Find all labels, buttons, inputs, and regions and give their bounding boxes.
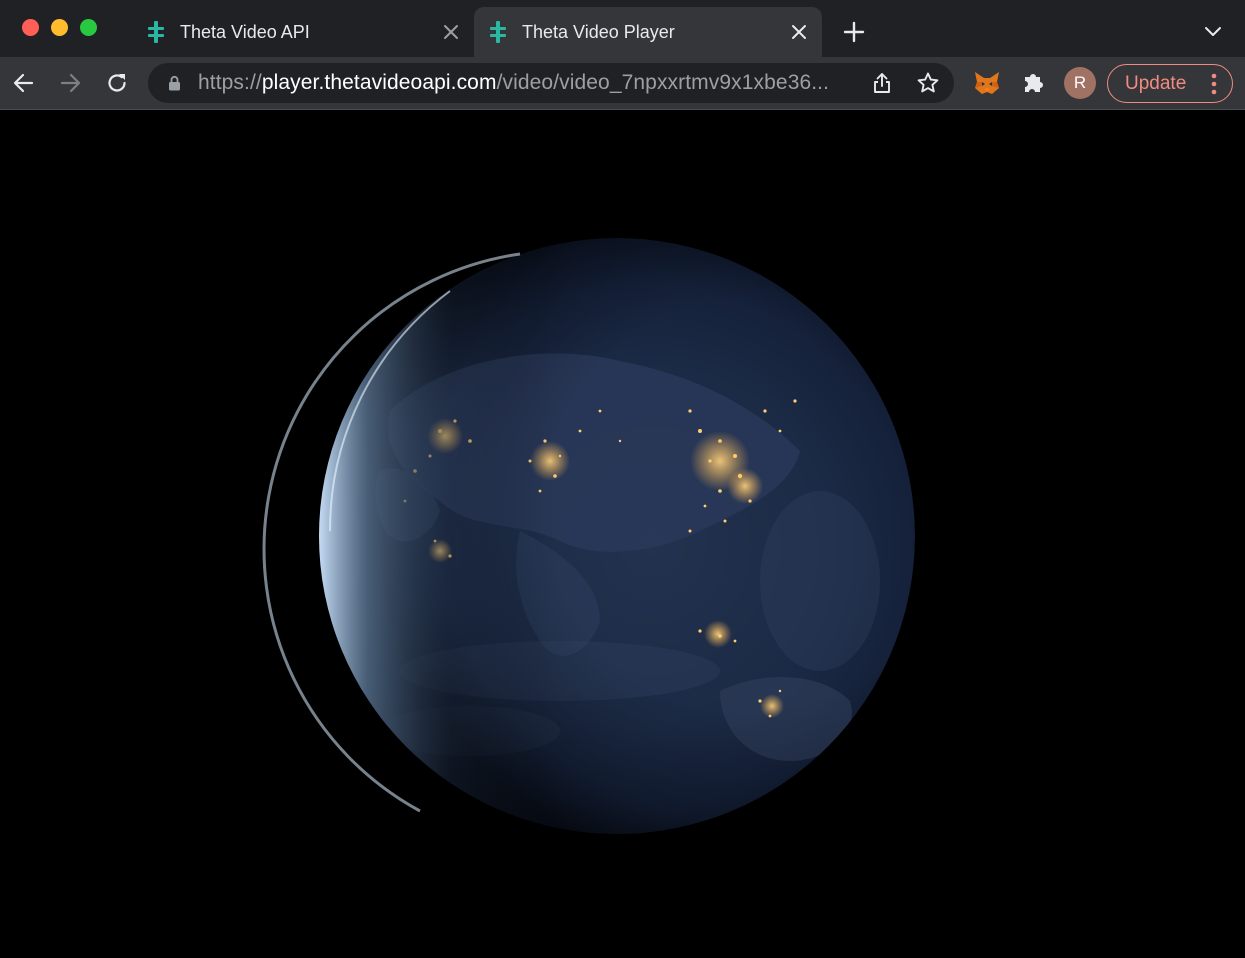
video-player[interactable] [0, 111, 1245, 958]
tab-title: Theta Video API [180, 22, 310, 42]
update-button[interactable]: Update [1107, 64, 1233, 103]
tab-strip: Theta Video API Theta Video Player [0, 0, 1245, 57]
window-close-button[interactable] [22, 19, 39, 36]
window-minimize-button[interactable] [51, 19, 68, 36]
bookmark-star-icon[interactable] [916, 71, 940, 95]
page-content [0, 111, 1245, 958]
close-icon[interactable] [442, 23, 460, 41]
close-icon[interactable] [790, 23, 808, 41]
url-scheme: https:// [198, 71, 262, 94]
back-arrow-icon[interactable] [11, 70, 37, 96]
forward-arrow-icon[interactable] [57, 70, 83, 96]
profile-avatar[interactable]: R [1064, 67, 1096, 99]
lock-icon[interactable] [168, 75, 181, 91]
tab-theta-video-player[interactable]: Theta Video Player [474, 7, 822, 57]
reload-icon[interactable] [104, 70, 130, 96]
extensions-puzzle-icon[interactable] [1021, 71, 1045, 95]
address-bar[interactable]: https://player.thetavideoapi.com/video/v… [148, 63, 954, 103]
tab-theta-video-api[interactable]: Theta Video API [132, 7, 472, 57]
share-icon[interactable] [871, 72, 893, 94]
url-text[interactable]: https://player.thetavideoapi.com/video/v… [198, 71, 829, 95]
window-maximize-button[interactable] [80, 19, 97, 36]
new-tab-plus-icon[interactable] [842, 20, 866, 44]
chevron-down-icon[interactable] [1203, 24, 1223, 40]
update-label: Update [1125, 73, 1187, 94]
url-host: player.thetavideoapi.com [261, 71, 497, 94]
tab-title: Theta Video Player [522, 22, 675, 42]
browser-toolbar: https://player.thetavideoapi.com/video/v… [0, 57, 1245, 110]
theta-logo-icon [148, 21, 164, 43]
url-path: /video/video_7npxxrtmv9x1xbe36... [496, 71, 830, 94]
theta-logo-icon [490, 21, 506, 43]
more-vertical-icon[interactable] [1211, 73, 1217, 95]
metamask-fox-icon[interactable] [973, 70, 1001, 96]
